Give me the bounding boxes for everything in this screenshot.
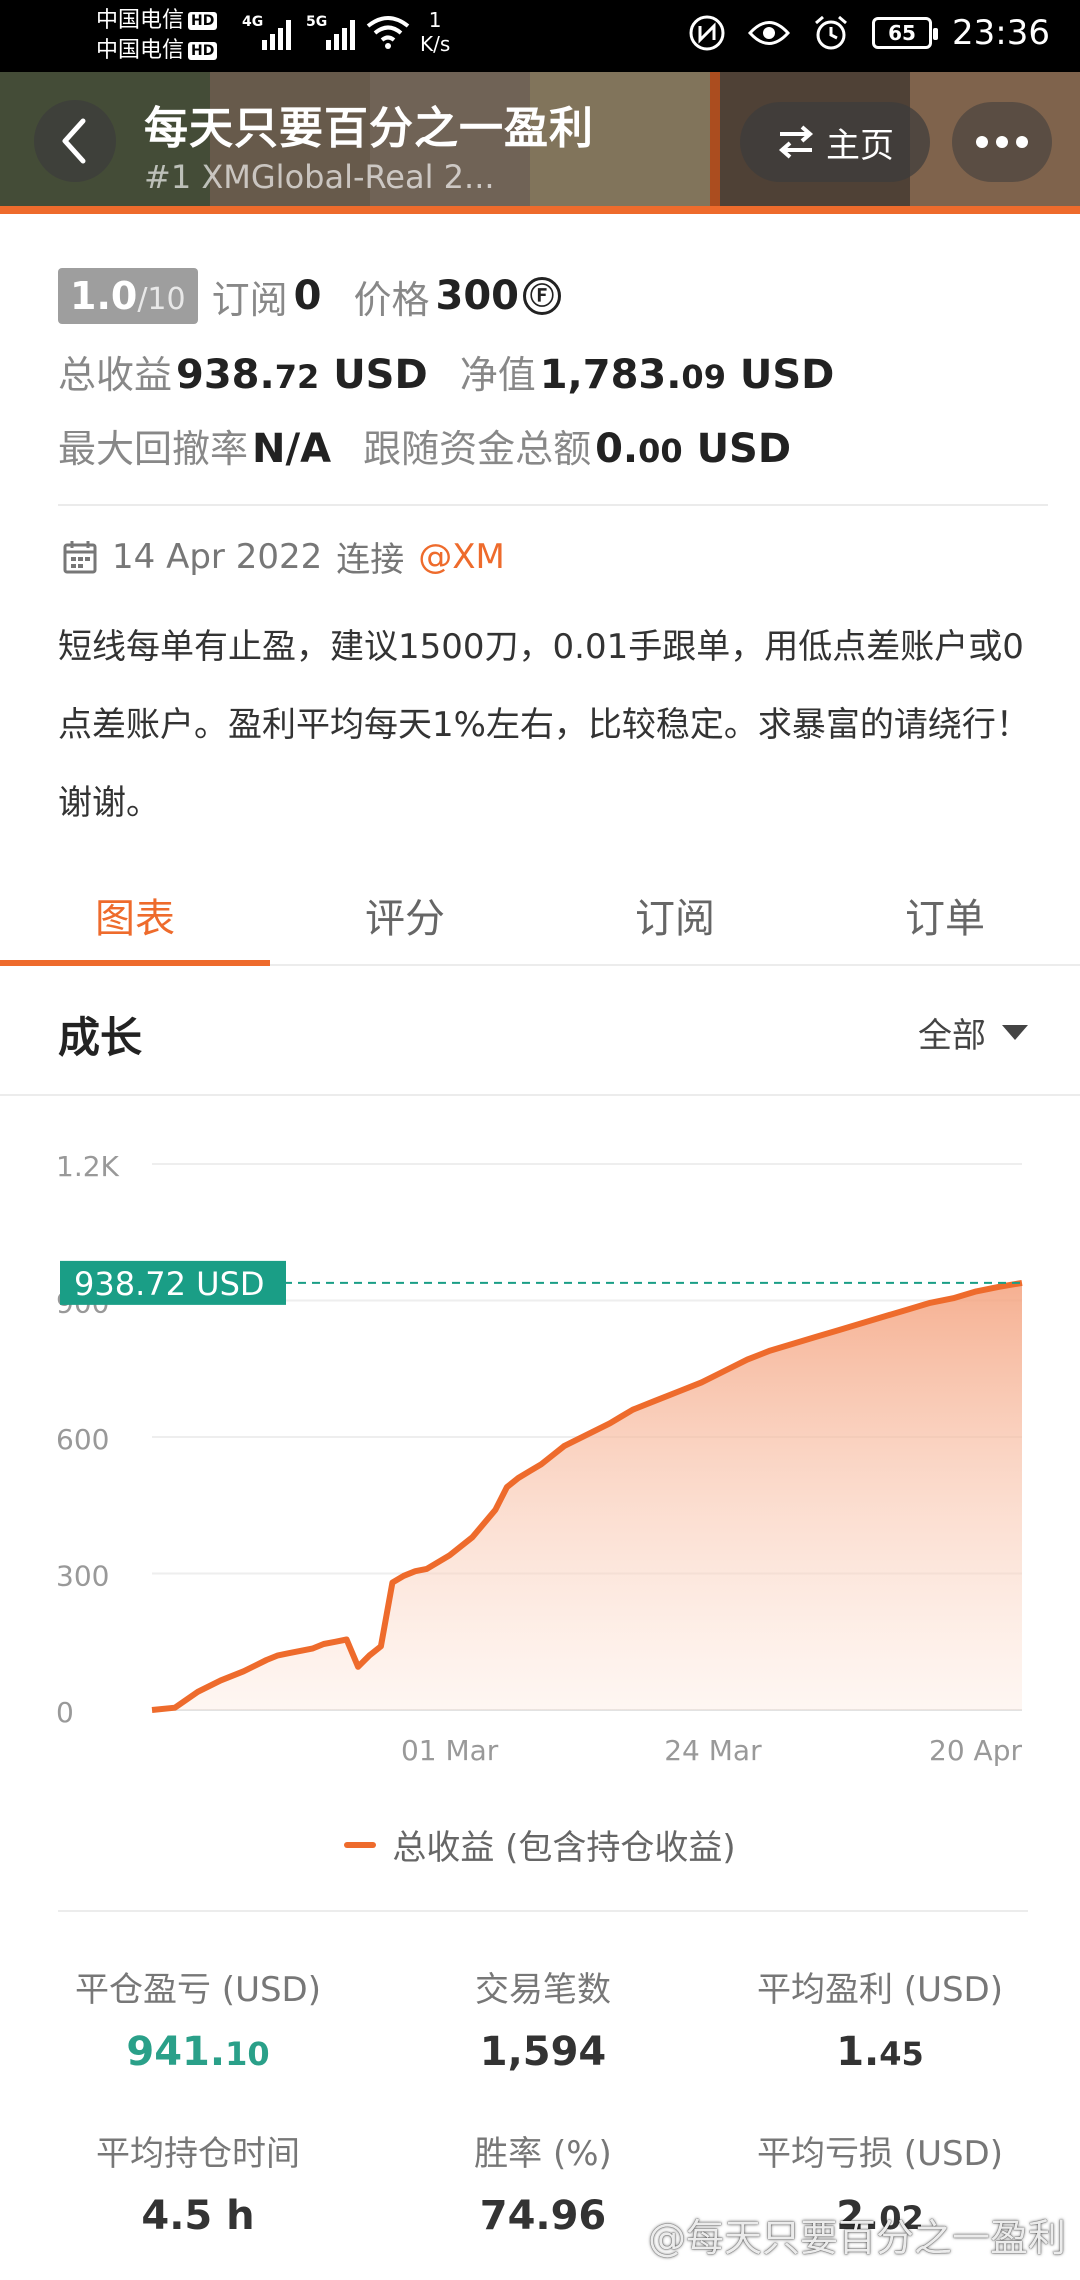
more-icon	[976, 136, 988, 148]
watermark: @每天只要百分之一盈利	[647, 2216, 1066, 2260]
network-type-1: 4G	[242, 14, 264, 30]
profit-row: 总收益 938.72 USD 净值 1,783.09 USD	[58, 352, 835, 398]
caret-down-icon	[1002, 1025, 1028, 1040]
divider	[58, 504, 1048, 506]
calendar-icon	[63, 540, 97, 573]
stat-closed-pnl: 平仓盈亏 (USD) 941.10	[75, 1970, 321, 2075]
x-tick-label: 24 Mar	[664, 1734, 762, 1767]
home-button-label: 主页	[826, 125, 894, 166]
stat-avg-profit: 平均盈利 (USD) 1.45	[757, 1970, 1003, 2075]
status-bar: 中国电信 HD 中国电信 HD 4G 5G 1 K/s 65 23:36	[0, 0, 1080, 72]
growth-chart: 03006009001.2K 01 Mar24 Mar20 Apr 938.72…	[56, 1150, 1023, 1767]
home-button[interactable]: 主页	[740, 102, 930, 182]
stats-grid: 平仓盈亏 (USD) 941.10 交易笔数 1,594 平均盈利 (USD) …	[58, 1910, 1028, 2239]
y-tick-label: 300	[56, 1560, 109, 1593]
strategy-description: 短线每单有止盈，建议1500刀，0.01手跟单，用低点差账户或0点差账户。盈利平…	[58, 627, 1030, 823]
coin-icon: Ⓕ	[522, 277, 561, 315]
tab-rating[interactable]: 评分	[270, 866, 540, 964]
broker-link[interactable]: @XM	[418, 537, 505, 577]
stat-trade-count: 交易笔数 1,594	[475, 1970, 611, 2075]
tab-bar: 图表 评分 订阅 订单	[0, 866, 1080, 966]
x-tick-label: 20 Apr	[929, 1734, 1022, 1767]
profile-header: 每天只要百分之一盈利 #1 XMGlobal-Real 2... 主页	[0, 72, 1080, 214]
equity-value: 1,783.09 USD	[539, 352, 835, 398]
tab-subscription[interactable]: 订阅	[540, 866, 810, 964]
price-value: 300	[435, 273, 519, 319]
section-title: 成长	[58, 1013, 143, 1062]
y-tick-label: 0	[56, 1696, 74, 1729]
stat-avg-hold-time: 平均持仓时间 4.5 h	[96, 2134, 300, 2239]
header-accent-bar	[0, 206, 1080, 214]
eye-comfort-icon	[748, 12, 791, 54]
chevron-left-icon	[62, 118, 86, 164]
account-subtitle: #1 XMGlobal-Real 2...	[144, 158, 495, 196]
legend-swatch	[344, 1841, 377, 1848]
y-tick-label: 1.2K	[56, 1150, 120, 1183]
subscribe-count: 0	[293, 273, 322, 319]
connection-date: 14 Apr 2022	[112, 536, 323, 577]
follow-funds-value: 0.00 USD	[595, 426, 792, 472]
growth-section-header: 成长 全部	[0, 968, 1080, 1096]
network-speed: 1 K/s	[420, 8, 451, 56]
carrier-1: 中国电信 HD	[96, 8, 218, 34]
nfc-icon	[686, 12, 728, 54]
chart-legend: 总收益 (包含持仓收益)	[0, 1820, 1080, 1869]
x-tick-label: 01 Mar	[401, 1734, 499, 1767]
legend-label: 总收益 (包含持仓收益)	[392, 1828, 736, 1868]
current-value-label: 938.72 USD	[74, 1265, 265, 1303]
signal-icon-2	[326, 14, 355, 50]
back-button[interactable]	[34, 100, 116, 182]
max-drawdown-value: N/A	[252, 426, 332, 472]
alarm-icon	[810, 12, 852, 54]
y-tick-label: 600	[56, 1423, 109, 1456]
growth-area	[152, 1282, 1022, 1710]
more-options-button[interactable]	[952, 102, 1052, 182]
carrier-2: 中国电信 HD	[96, 38, 218, 64]
swap-icon	[778, 125, 814, 159]
clock: 23:36	[952, 13, 1050, 53]
network-type-2: 5G	[306, 14, 328, 30]
drawdown-row: 最大回撤率 N/A 跟随资金总额 0.00 USD	[58, 426, 792, 472]
rating-badge: 1.0/10	[58, 268, 198, 324]
signal-icon	[262, 14, 291, 50]
rating-row: 1.0/10 订阅 0 价格 300 Ⓕ	[58, 268, 561, 324]
tab-orders[interactable]: 订单	[810, 866, 1080, 964]
period-filter-dropdown[interactable]: 全部	[918, 1008, 1028, 1057]
strategy-title: 每天只要百分之一盈利	[144, 103, 594, 154]
battery-icon: 65	[872, 17, 939, 49]
tab-chart[interactable]: 图表	[0, 866, 270, 966]
wifi-icon	[366, 16, 410, 49]
connection-row: 14 Apr 2022 连接 @XM	[62, 532, 505, 581]
total-profit-value: 938.72 USD	[176, 352, 428, 398]
